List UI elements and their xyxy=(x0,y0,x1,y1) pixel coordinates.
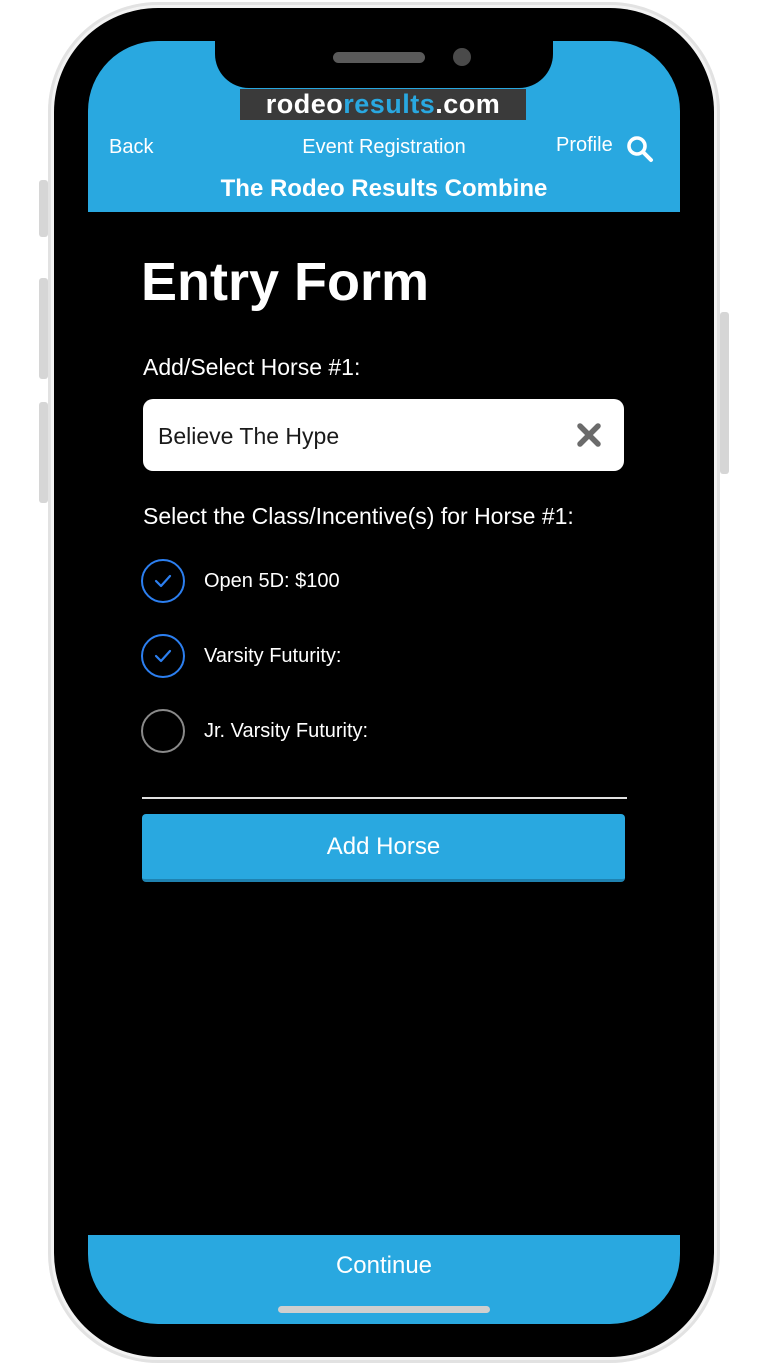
class-option-label: Varsity Futurity: xyxy=(204,645,342,667)
logo-text-rodeo: rodeo xyxy=(265,89,344,119)
volume-up-button xyxy=(39,278,48,379)
page-title: Entry Form xyxy=(141,252,430,312)
front-camera xyxy=(453,48,471,66)
search-icon[interactable] xyxy=(626,135,654,163)
mute-switch xyxy=(39,180,48,237)
continue-button[interactable]: Continue xyxy=(88,1235,680,1324)
horse-select-label: Add/Select Horse #1: xyxy=(143,354,361,380)
logo-text-com: .com xyxy=(435,89,501,119)
volume-down-button xyxy=(39,402,48,503)
class-option-label: Open 5D: $100 xyxy=(204,570,340,592)
horse-select-field[interactable]: Believe The Hype xyxy=(143,399,624,471)
horse-select-value: Believe The Hype xyxy=(158,423,340,449)
class-option-open-5d[interactable]: Open 5D: $100 xyxy=(141,559,621,609)
class-option-varsity-futurity[interactable]: Varsity Futurity: xyxy=(141,634,621,684)
profile-link[interactable]: Profile xyxy=(556,134,613,157)
power-button xyxy=(720,312,729,474)
checked-circle-icon[interactable] xyxy=(141,634,185,678)
checked-circle-icon[interactable] xyxy=(141,559,185,603)
speaker-grille xyxy=(333,52,425,63)
continue-label: Continue xyxy=(335,1252,433,1279)
rodeoresults-logo: rodeoresults.com xyxy=(240,89,526,120)
home-indicator xyxy=(278,1306,490,1313)
phone-notch xyxy=(215,36,553,88)
class-select-label: Select the Class/Incentive(s) for Horse … xyxy=(143,503,574,529)
close-icon[interactable] xyxy=(576,422,602,448)
class-option-label: Jr. Varsity Futurity: xyxy=(204,720,369,742)
divider xyxy=(142,797,627,799)
logo-text-results: results xyxy=(343,89,436,119)
unchecked-circle-icon[interactable] xyxy=(141,709,185,753)
class-option-jr-varsity-futurity[interactable]: Jr. Varsity Futurity: xyxy=(141,709,621,759)
event-name: The Rodeo Results Combine xyxy=(220,175,548,202)
add-horse-button[interactable]: Add Horse xyxy=(142,814,625,882)
app-screen: rodeoresults.com Back Event Registration… xyxy=(88,41,680,1324)
